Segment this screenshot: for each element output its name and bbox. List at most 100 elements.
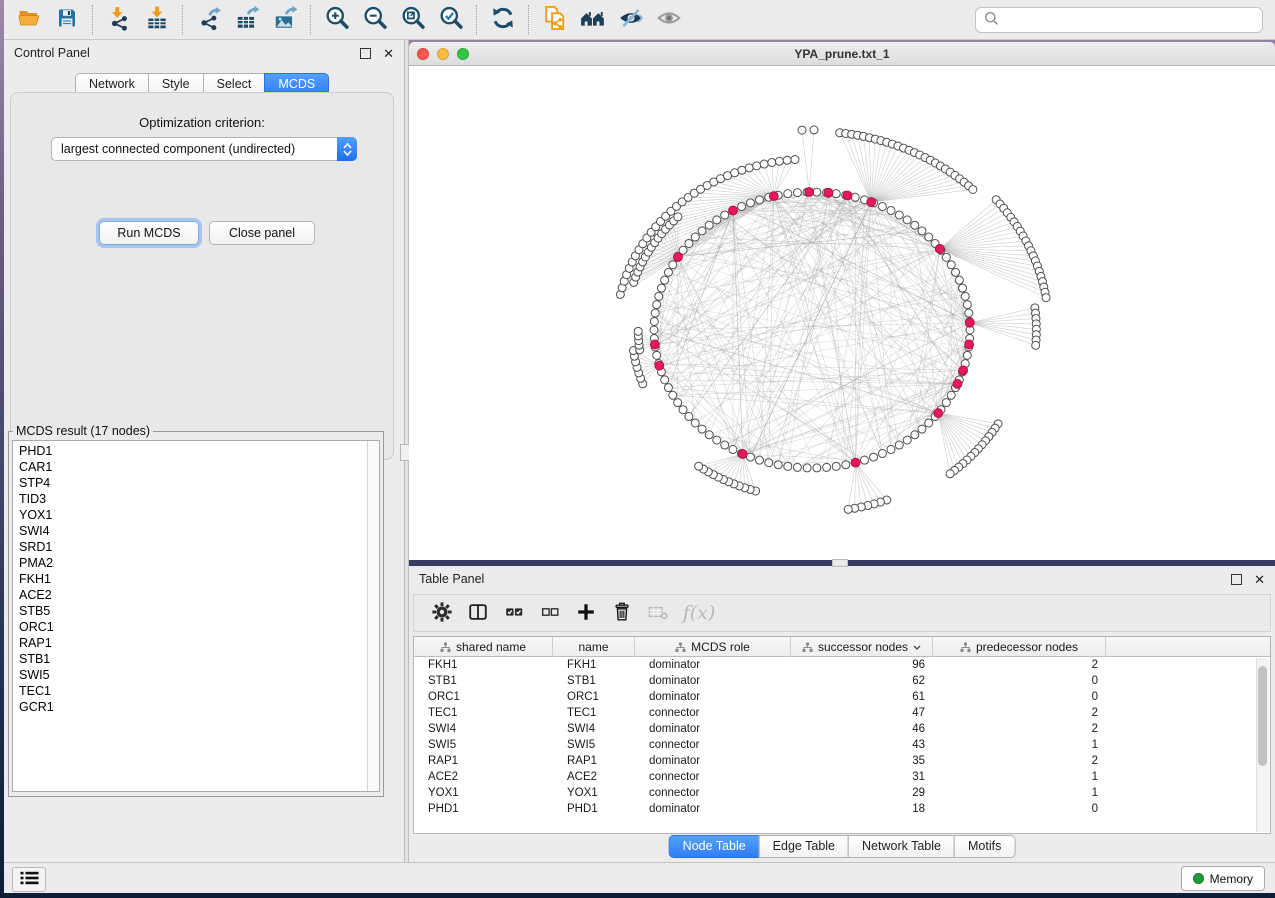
optimization-criterion-select[interactable]: largest connected component (undirected): [51, 137, 357, 161]
search-box[interactable]: [975, 7, 1263, 33]
mcds-result-list[interactable]: PHD1CAR1STP4TID3YOX1SWI4SRD1PMA2FKH1ACE2…: [13, 441, 367, 791]
table-cell: ACE2: [414, 771, 553, 783]
refresh-view-button[interactable]: [484, 4, 522, 36]
show-all-button[interactable]: [650, 4, 688, 36]
mcds-result-item[interactable]: TEC1: [19, 683, 367, 699]
column-header-successor-nodes[interactable]: successor nodes: [791, 637, 933, 657]
table-row[interactable]: TEC1TEC1connector472: [414, 705, 1270, 721]
tab-edge-table[interactable]: Edge Table: [759, 835, 849, 858]
open-folder-icon: [16, 6, 42, 33]
mcds-result-item[interactable]: ORC1: [19, 619, 367, 635]
delete-table-button: [640, 598, 676, 628]
fx-icon: f(x): [683, 602, 716, 624]
table-row[interactable]: ORC1ORC1dominator610: [414, 689, 1270, 705]
table-panel-title: Table Panel: [419, 572, 484, 586]
column-header-predecessor-nodes[interactable]: predecessor nodes: [933, 637, 1106, 657]
memory-label: Memory: [1210, 872, 1253, 886]
horizontal-splitter-grip[interactable]: [832, 559, 848, 567]
mcds-result-item[interactable]: TID3: [19, 491, 367, 507]
column-visibility-button[interactable]: [460, 598, 496, 628]
table-row[interactable]: SWI5SWI5connector431: [414, 737, 1270, 753]
close-panel-button[interactable]: Close panel: [209, 221, 315, 245]
mcds-result-listbox: PHD1CAR1STP4TID3YOX1SWI4SRD1PMA2FKH1ACE2…: [12, 440, 380, 792]
table-body: FKH1FKH1dominator962STB1STB1dominator620…: [414, 657, 1270, 817]
table-row[interactable]: ACE2ACE2connector311: [414, 769, 1270, 785]
zoom-out-button[interactable]: [356, 4, 394, 36]
mcds-result-item[interactable]: PMA2: [19, 555, 367, 571]
float-table-panel-icon[interactable]: [1231, 574, 1242, 585]
close-panel-icon[interactable]: ✕: [383, 49, 394, 58]
table-cell: 1: [933, 787, 1106, 799]
search-input[interactable]: [1005, 12, 1254, 28]
close-table-panel-icon[interactable]: ✕: [1254, 575, 1265, 584]
mcds-result-item[interactable]: PHD1: [19, 443, 367, 459]
table-scrollbar[interactable]: [1256, 658, 1269, 832]
export-image-button[interactable]: [266, 4, 304, 36]
table-cell: 2: [933, 659, 1106, 671]
table-row[interactable]: YOX1YOX1connector291: [414, 785, 1270, 801]
float-panel-icon[interactable]: [360, 48, 371, 59]
export-network-button[interactable]: [190, 4, 228, 36]
table-row[interactable]: STB1STB1dominator620: [414, 673, 1270, 689]
open-session-button[interactable]: [10, 4, 48, 36]
table-settings-button[interactable]: [424, 598, 460, 628]
column-header-name[interactable]: name: [553, 637, 635, 657]
table-scrollbar-thumb[interactable]: [1258, 666, 1267, 766]
mcds-result-item[interactable]: STP4: [19, 475, 367, 491]
column-header-shared-name[interactable]: shared name: [414, 637, 553, 657]
table-cell: FKH1: [414, 659, 553, 671]
control-panel-title: Control Panel: [14, 46, 90, 60]
mcds-result-item[interactable]: CAR1: [19, 459, 367, 475]
save-session-button[interactable]: [48, 4, 86, 36]
mcds-list-scrollbar[interactable]: [367, 441, 379, 791]
optimization-criterion-label: Optimization criterion:: [11, 115, 393, 130]
tab-network-table[interactable]: Network Table: [848, 835, 955, 858]
zoom-in-button[interactable]: [318, 4, 356, 36]
hide-selected-button[interactable]: [612, 4, 650, 36]
add-row-button[interactable]: [568, 598, 604, 628]
tab-node-table[interactable]: Node Table: [669, 835, 760, 858]
export-table-button[interactable]: [228, 4, 266, 36]
table-cell: 1: [933, 771, 1106, 783]
mcds-result-item[interactable]: STB1: [19, 651, 367, 667]
select-all-button[interactable]: [496, 598, 532, 628]
zoom-fit-button[interactable]: [394, 4, 432, 36]
mcds-result-item[interactable]: YOX1: [19, 507, 367, 523]
table-cell: 31: [791, 771, 933, 783]
network-graph[interactable]: [409, 66, 1275, 560]
table-row[interactable]: PHD1PHD1dominator180: [414, 801, 1270, 817]
mcds-result-item[interactable]: SWI4: [19, 523, 367, 539]
mcds-result-item[interactable]: GCR1: [19, 699, 367, 715]
import-table-icon: [144, 5, 170, 34]
selected-option-label: largest connected component (undirected): [52, 142, 337, 156]
table-cell: connector: [635, 787, 791, 799]
task-history-button[interactable]: [12, 867, 46, 892]
tab-motifs[interactable]: Motifs: [954, 835, 1015, 858]
zoom-selected-button[interactable]: [432, 4, 470, 36]
mcds-result-item[interactable]: SWI5: [19, 667, 367, 683]
memory-button[interactable]: Memory: [1181, 866, 1265, 891]
first-neighbors-button[interactable]: [574, 4, 612, 36]
table-row[interactable]: RAP1RAP1dominator352: [414, 753, 1270, 769]
delete-row-button[interactable]: [604, 598, 640, 628]
table-row[interactable]: FKH1FKH1dominator962: [414, 657, 1270, 673]
mcds-result-item[interactable]: STB5: [19, 603, 367, 619]
mcds-result-item[interactable]: SRD1: [19, 539, 367, 555]
deselect-all-button[interactable]: [532, 598, 568, 628]
network-window-titlebar[interactable]: YPA_prune.txt_1: [409, 42, 1275, 66]
mcds-result-item[interactable]: ACE2: [19, 587, 367, 603]
column-header-mcds-role[interactable]: MCDS role: [635, 637, 791, 657]
mcds-result-item[interactable]: RAP1: [19, 635, 367, 651]
table-cell: YOX1: [553, 787, 635, 799]
duplicate-network-button[interactable]: [536, 4, 574, 36]
table-row[interactable]: SWI4SWI4dominator462: [414, 721, 1270, 737]
table-cell: TEC1: [553, 707, 635, 719]
import-network-button[interactable]: [100, 4, 138, 36]
mcds-result-item[interactable]: FKH1: [19, 571, 367, 587]
network-canvas[interactable]: [409, 66, 1275, 560]
plus-icon: [575, 601, 597, 626]
mcds-tab-content: Optimization criterion: largest connecte…: [10, 92, 394, 460]
toolbar-separator: [310, 5, 312, 35]
import-table-button[interactable]: [138, 4, 176, 36]
run-mcds-button[interactable]: Run MCDS: [99, 221, 199, 245]
